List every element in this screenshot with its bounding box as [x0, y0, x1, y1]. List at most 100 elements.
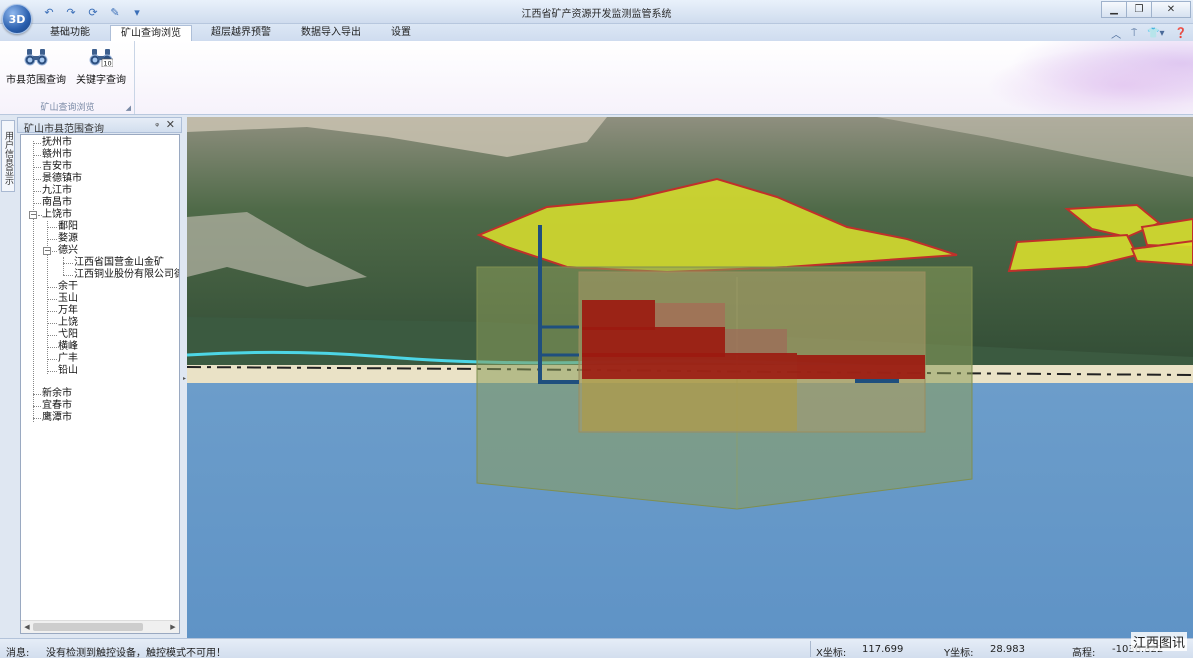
tree-connector: [47, 221, 48, 374]
restore-icon: ❐: [1134, 4, 1144, 15]
tree-node-wannian[interactable]: 万年: [58, 305, 78, 317]
tree-connector: [33, 394, 41, 395]
tree-node-wuyuan[interactable]: 婺源: [58, 233, 78, 245]
ribbon-group-mine-query: 市县范围查询 10 关键字查询 矿山查询浏览 ◢: [0, 41, 135, 114]
tree-connector: [33, 418, 41, 419]
tree-node-yushan[interactable]: 玉山: [58, 293, 78, 305]
ore-block[interactable]: [725, 329, 787, 355]
tree-node-ganzhou[interactable]: 赣州市: [42, 149, 72, 161]
status-message-label: 消息:: [6, 648, 30, 658]
tree-node-hengfeng[interactable]: 横峰: [58, 341, 78, 353]
ore-block[interactable]: [582, 327, 725, 357]
pin-icon[interactable]: ᵩ: [155, 119, 159, 129]
tree-node-shangrao-city[interactable]: 上饶市: [42, 209, 72, 221]
ribbon-flower-decoration: [963, 41, 1193, 114]
tree-connector: [47, 239, 57, 240]
scroll-left-icon[interactable]: ◀: [22, 622, 32, 632]
status-message: 没有检测到触控设备，触控模式不可用！: [46, 648, 226, 658]
window-title: 江西省矿产资源开发监测监管系统: [521, 9, 672, 20]
tree-connector: [47, 311, 57, 312]
tree-nodes: 抚州市 赣州市 吉安市 景德镇市 九江市 南昌市 − 上饶市 鄱阳 婺源 − 德…: [21, 135, 179, 620]
watermark: 江西图讯: [1130, 632, 1187, 651]
keyword-query-label: 关键字查询: [76, 75, 126, 86]
tab-boundary-warning[interactable]: 超层越界预警: [200, 25, 282, 41]
tree-node-jinshan-gold-mine[interactable]: 江西省国营金山金矿: [74, 257, 164, 269]
minimize-icon: ▁: [1110, 4, 1118, 15]
ore-block[interactable]: [655, 303, 725, 328]
tree-node-jian[interactable]: 吉安市: [42, 161, 72, 173]
minimize-button[interactable]: ▁: [1101, 1, 1127, 18]
tree-connector: [33, 141, 34, 422]
y-coordinate-label: Y坐标:: [944, 648, 974, 658]
tree-node-jiangxi-copper[interactable]: 江西铜业股份有限公司德: [74, 269, 179, 281]
close-icon[interactable]: ✕: [166, 118, 175, 131]
tree-connector: [63, 263, 73, 264]
tree-node-shangrao-county[interactable]: 上饶: [58, 317, 78, 329]
pin-icon[interactable]: ⍑: [1131, 28, 1137, 39]
ore-block[interactable]: [797, 355, 925, 379]
ore-block[interactable]: [582, 300, 655, 330]
close-icon: ✕: [1166, 4, 1176, 15]
status-separator: [810, 641, 811, 657]
ribbon-tab-bar: 基础功能 矿山查询浏览 超层越界预警 数据导入导出 设置 ︿ ⍑ 👕▾ ❓: [0, 24, 1193, 41]
tree-node-dexing[interactable]: 德兴: [58, 245, 78, 257]
tree-connector: [47, 347, 57, 348]
tab-settings[interactable]: 设置: [382, 25, 420, 41]
app-menu-button[interactable]: 3D: [2, 4, 32, 34]
tree-node-yiyang[interactable]: 弋阳: [58, 329, 78, 341]
close-button[interactable]: ✕: [1151, 1, 1191, 18]
tree-node-jingdezhen[interactable]: 景德镇市: [42, 173, 82, 185]
tab-mine-query[interactable]: 矿山查询浏览: [110, 25, 192, 41]
binoculars-keyword-icon: 10: [89, 49, 113, 67]
tab-basic-functions[interactable]: 基础功能: [38, 25, 102, 41]
tree-node-fuzhou[interactable]: 抚州市: [42, 137, 72, 149]
restore-button[interactable]: ❐: [1126, 1, 1152, 18]
tree-horizontal-scrollbar[interactable]: ◀ ▶: [21, 620, 179, 633]
tree-node-yanshan[interactable]: 铅山: [58, 365, 78, 377]
collapse-ribbon-icon[interactable]: ︿: [1111, 26, 1121, 41]
tree-node-nanchang[interactable]: 南昌市: [42, 197, 72, 209]
mine-county-query-panel: 矿山市县范围查询 ᵩ ✕ 抚州市 赣州市 吉安市 景德镇市 九江市 南昌市 − …: [17, 117, 182, 638]
tree-connector: [47, 287, 57, 288]
ore-block[interactable]: [582, 353, 797, 379]
tree-connector: [33, 406, 41, 407]
ribbon-right-tools: ︿ ⍑ 👕▾ ❓: [1111, 26, 1187, 41]
scroll-thumb[interactable]: [33, 623, 143, 631]
title-bar: ↶ ↷ ⟳ ✎ ▾ 江西省矿产资源开发监测监管系统 ▁ ❐ ✕: [0, 0, 1193, 24]
tree-connector: [47, 335, 57, 336]
dialog-launcher-icon[interactable]: ◢: [126, 104, 131, 112]
x-coordinate-value: 117.699: [862, 644, 904, 655]
window-controls: ▁ ❐ ✕: [1101, 1, 1191, 18]
panel-header: 矿山市县范围查询 ᵩ ✕: [17, 117, 182, 135]
help-icon[interactable]: ❓: [1175, 28, 1187, 39]
ore-block[interactable]: [582, 379, 797, 431]
tree-node-yichun[interactable]: 宜春市: [42, 400, 72, 412]
tree-node-poyang[interactable]: 鄱阳: [58, 221, 78, 233]
user-info-dock-tab[interactable]: 用户信息显示: [1, 120, 15, 192]
tree-node-xinyu[interactable]: 新余市: [42, 388, 72, 400]
tree-connector: [47, 359, 57, 360]
keyword-query-button[interactable]: 10 关键字查询: [72, 47, 130, 97]
county-range-query-button[interactable]: 市县范围查询: [4, 47, 68, 97]
expand-toggle-dexing[interactable]: −: [43, 247, 51, 255]
status-bar: 消息: 没有检测到触控设备，触控模式不可用！ X坐标: 117.699 Y坐标:…: [0, 638, 1193, 658]
tree-node-yingtan[interactable]: 鹰潭市: [42, 412, 72, 424]
splitter-grip-icon: ▸: [183, 375, 187, 382]
tree-connector: [52, 251, 57, 252]
tree-connector: [33, 167, 41, 168]
tree-node-jiujiang[interactable]: 九江市: [42, 185, 72, 197]
tree-connector: [47, 371, 57, 372]
expand-toggle-shangrao[interactable]: −: [29, 211, 37, 219]
scroll-right-icon[interactable]: ▶: [168, 622, 178, 632]
3d-map-view[interactable]: [187, 117, 1193, 638]
tree-connector: [47, 323, 57, 324]
tree-node-yugan[interactable]: 余干: [58, 281, 78, 293]
tree-connector: [47, 227, 57, 228]
y-coordinate-value: 28.983: [990, 644, 1025, 655]
panel-title: 矿山市县范围查询: [24, 124, 104, 135]
tab-data-import-export[interactable]: 数据导入导出: [290, 25, 372, 41]
skin-shirt-icon[interactable]: 👕▾: [1147, 28, 1164, 39]
x-coordinate-label: X坐标:: [816, 648, 847, 658]
tree-node-guangfeng[interactable]: 广丰: [58, 353, 78, 365]
3d-scene: [187, 117, 1193, 638]
